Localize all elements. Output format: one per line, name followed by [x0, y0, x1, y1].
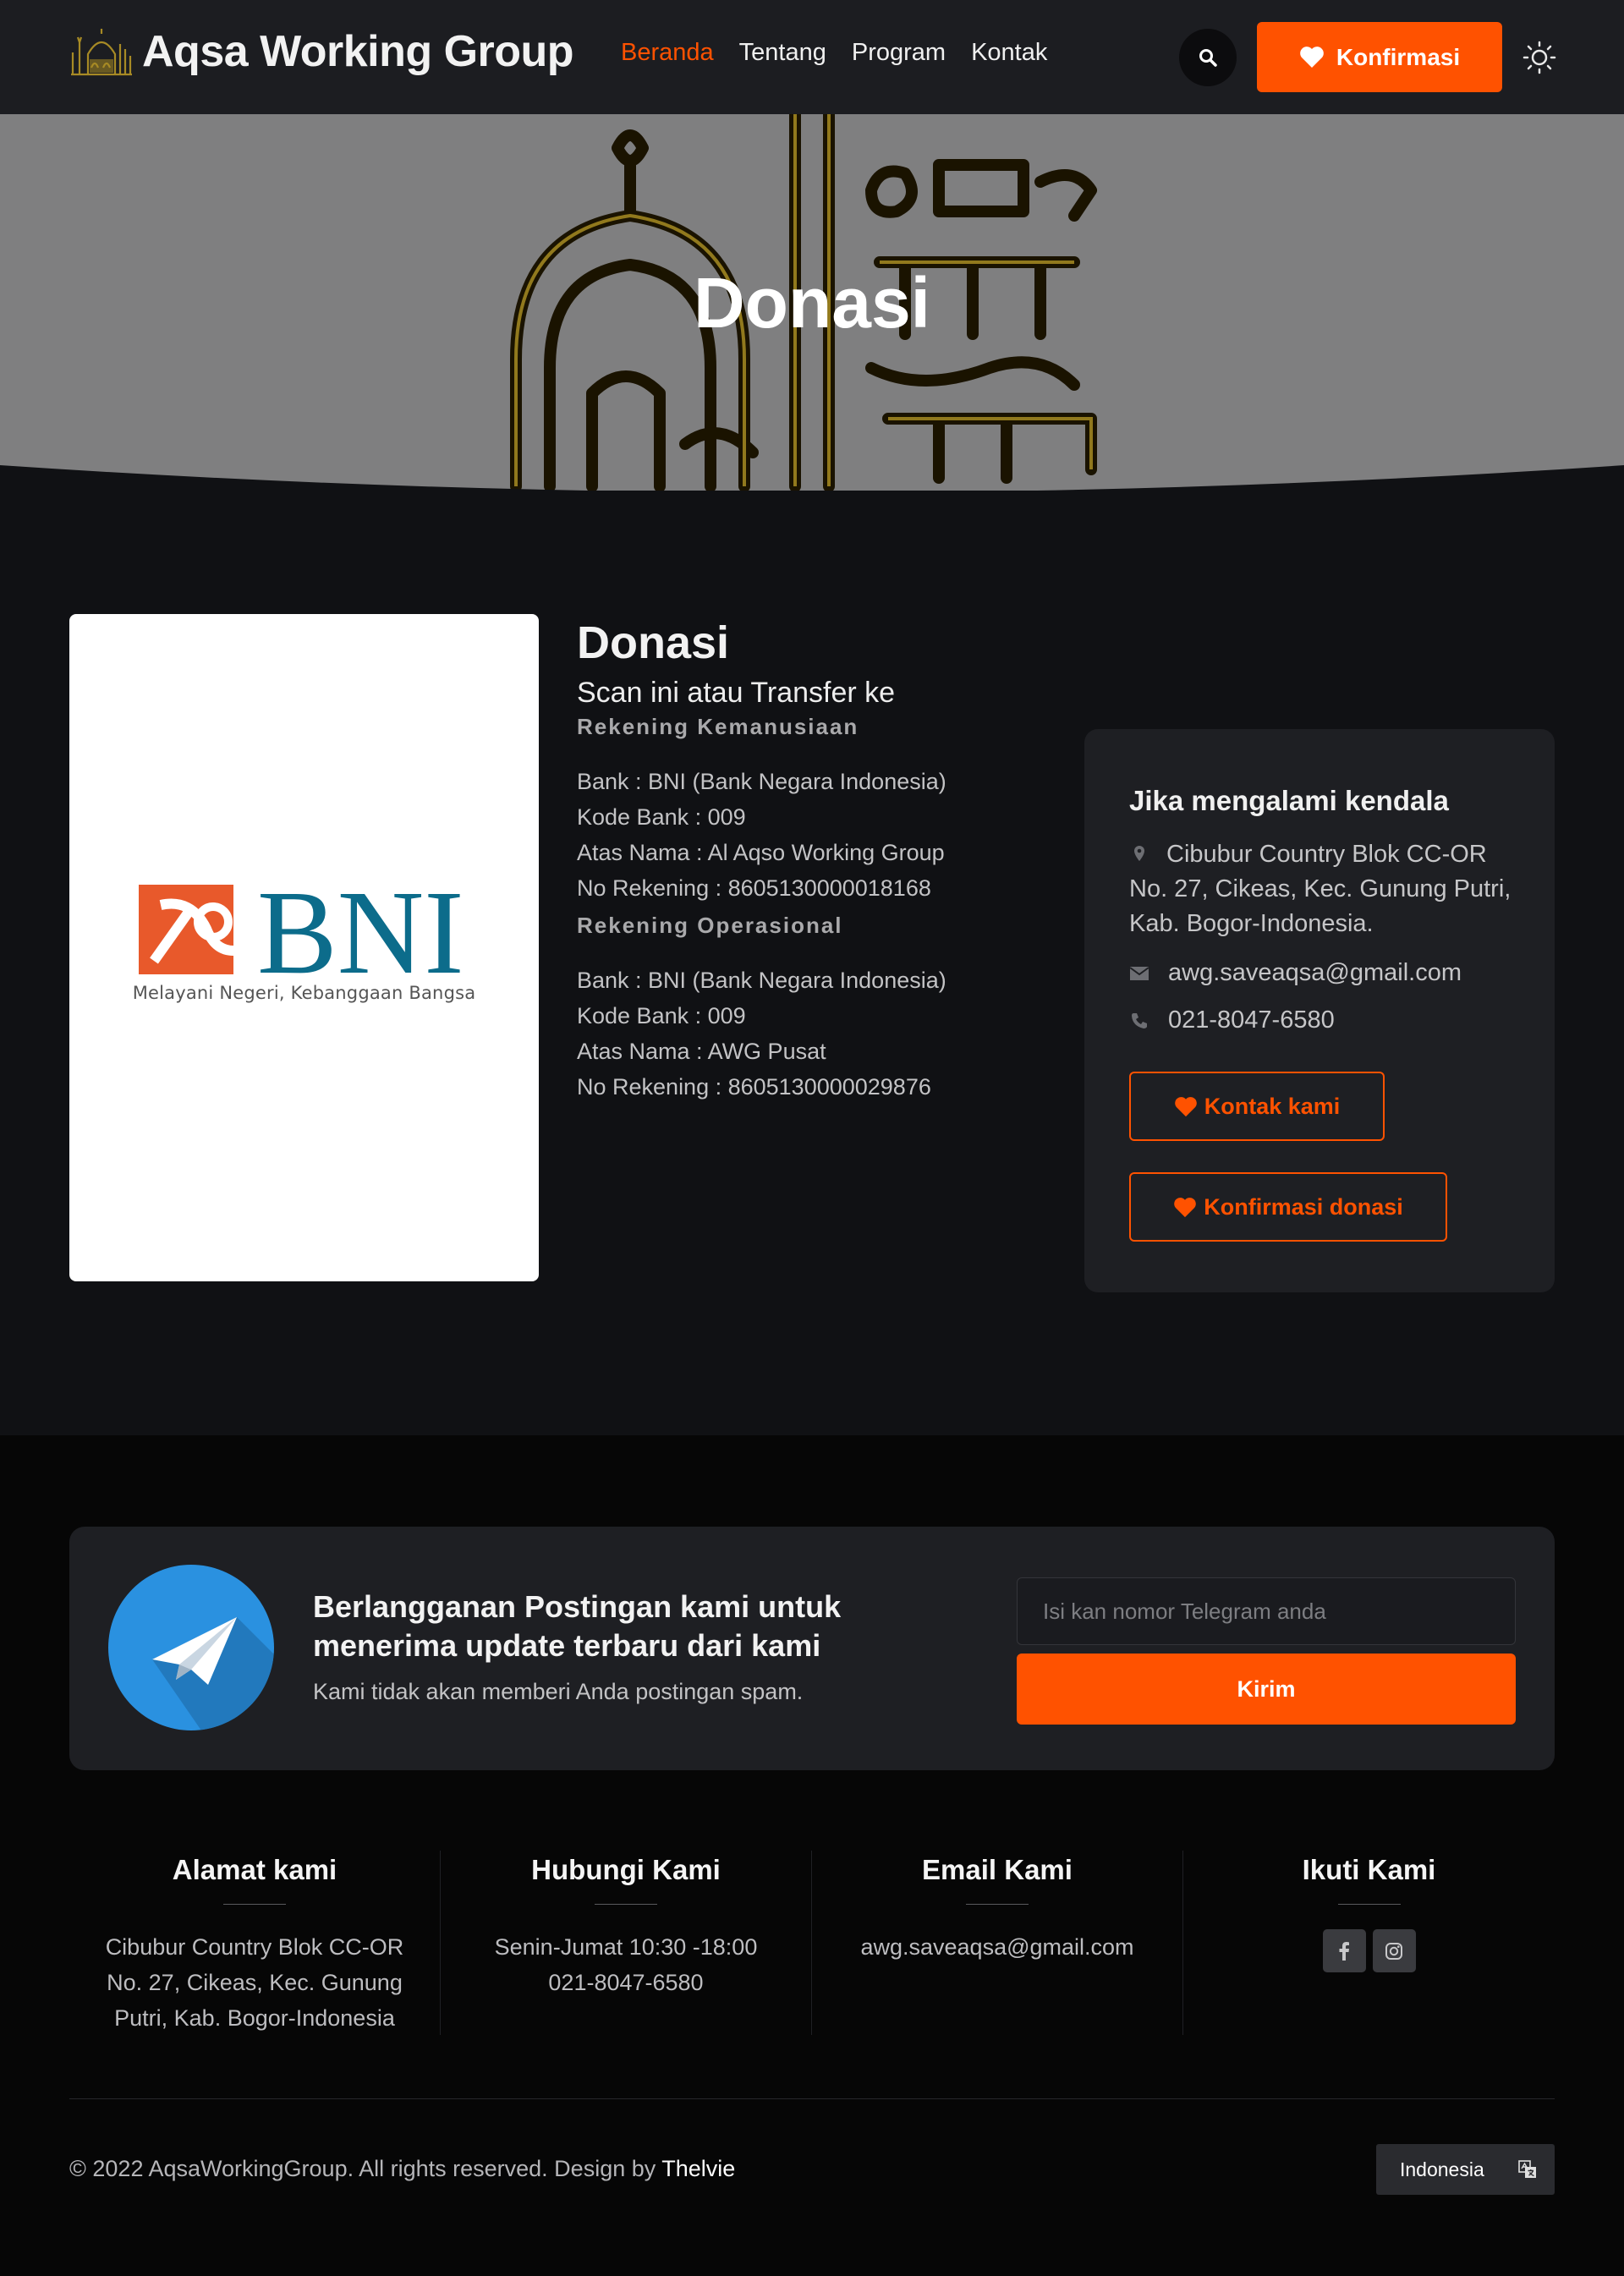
nav-link-kontak[interactable]: Kontak [971, 39, 1047, 67]
brand[interactable]: Aqsa Working Group [69, 25, 574, 78]
brand-name: Aqsa Working Group [142, 27, 574, 76]
footer-text-line: Putri, Kab. Bogor-Indonesia [114, 2005, 395, 2031]
mosque-logo-icon [71, 29, 132, 76]
footer-text-line: No. 27, Cikeas, Kec. Gunung [107, 1970, 403, 1995]
footer: Berlangganan Postingan kami untuk meneri… [0, 1435, 1624, 2276]
instagram-link[interactable] [1372, 1929, 1416, 1972]
divider [595, 1904, 657, 1905]
help-email-text: awg.saveaqsa@gmail.com [1168, 959, 1462, 986]
heart-icon [1174, 1096, 1197, 1116]
account-number: No Rekening : 8605130000018168 [577, 875, 931, 901]
help-title: Jika mengalami kendala [1129, 785, 1449, 816]
instagram-icon [1385, 1942, 1402, 1960]
help-phone-text: 021-8047-6580 [1168, 1006, 1335, 1034]
contact-us-button[interactable]: Kontak kami [1129, 1072, 1385, 1141]
footer-contact: Senin-Jumat 10:30 -18:00 021-8047-6580 [441, 1929, 811, 2000]
hero-banner: Donasi [0, 114, 1624, 491]
designer-link[interactable]: Thelvie [661, 2156, 735, 2181]
send-button[interactable]: Kirim [1017, 1654, 1516, 1725]
footer-text-line: Senin-Jumat 10:30 -18:00 [494, 1934, 758, 1960]
subscribe-note: Kami tidak akan memberi Anda postingan s… [313, 1679, 804, 1704]
account-bank: Bank : BNI (Bank Negara Indonesia) [577, 968, 946, 993]
hero-title: Donasi [693, 263, 931, 343]
footer-email-link[interactable]: awg.saveaqsa@gmail.com [812, 1929, 1182, 1965]
divider [1337, 1904, 1401, 1905]
translate-icon [1518, 2160, 1536, 2178]
footer-column-contact: Hubungi Kami Senin-Jumat 10:30 -18:00 02… [441, 1851, 812, 2035]
phone-icon [1132, 1012, 1147, 1028]
contact-us-label: Kontak kami [1204, 1093, 1341, 1119]
copyright: © 2022 AqsaWorkingGroup. All rights rese… [69, 2156, 735, 2182]
heart-icon [1174, 1197, 1197, 1217]
account-block: Rekening Kemanusiaan Bank : BNI (Bank Ne… [577, 712, 1051, 906]
footer-text-line: Cibubur Country Blok CC-OR [105, 1934, 404, 1960]
footer-text-line: 021-8047-6580 [548, 1970, 704, 1995]
language-select[interactable]: Indonesia [1376, 2144, 1555, 2195]
subscribe-title: Berlangganan Postingan kami untuk meneri… [313, 1589, 842, 1663]
account-bank-code: Kode Bank : 009 [577, 804, 746, 830]
footer-address: Cibubur Country Blok CC-OR No. 27, Cikea… [69, 1929, 440, 2036]
facebook-link[interactable] [1322, 1929, 1366, 1972]
social-links [1183, 1929, 1555, 1972]
footer-column-title: Alamat kami [172, 1854, 337, 1885]
confirm-button-label: Konfirmasi [1336, 43, 1461, 70]
confirm-donation-label: Konfirmasi donasi [1204, 1193, 1403, 1220]
footer-column-title: Email Kami [922, 1854, 1073, 1885]
footer-email: awg.saveaqsa@gmail.com [812, 1929, 1182, 1965]
heart-icon [1300, 47, 1324, 68]
map-pin-icon [1134, 846, 1144, 861]
confirm-button[interactable]: Konfirmasi [1257, 22, 1502, 92]
main-nav: Beranda Tentang Program Kontak [621, 39, 1047, 67]
account-heading: Rekening Operasional [577, 913, 843, 938]
donation-title: Donasi [577, 617, 730, 668]
bni-qr-card: BNI Melayani Negeri, Kebanggaan Bangsa [69, 614, 539, 1281]
language-label: Indonesia [1400, 2158, 1484, 2180]
search-button[interactable] [1179, 29, 1237, 86]
account-heading: Rekening Kemanusiaan [577, 714, 859, 739]
account-bank-code: Kode Bank : 009 [577, 1003, 746, 1028]
confirm-donation-button[interactable]: Konfirmasi donasi [1129, 1172, 1447, 1242]
search-icon [1199, 49, 1217, 67]
copyright-text: © 2022 AqsaWorkingGroup. All rights rese… [69, 2156, 656, 2181]
sun-icon[interactable] [1522, 41, 1556, 74]
donation-info: Donasi Scan ini atau Transfer ke Rekenin… [577, 619, 1051, 1105]
footer-column-title: Hubungi Kami [531, 1854, 721, 1885]
nav-link-tentang[interactable]: Tentang [739, 39, 826, 67]
donation-subtitle: Scan ini atau Transfer ke [577, 677, 896, 709]
account-holder: Atas Nama : Al Aqso Working Group [577, 840, 945, 865]
help-phone[interactable]: 021-8047-6580 [1129, 1006, 1335, 1034]
nav-link-program[interactable]: Program [852, 39, 946, 67]
account-block: Rekening Operasional Bank : BNI (Bank Ne… [577, 911, 1051, 1105]
envelope-icon [1129, 966, 1149, 980]
footer-divider [69, 2098, 1555, 2099]
divider [966, 1904, 1029, 1905]
footer-column-social: Ikuti Kami [1183, 1851, 1555, 2035]
nav-link-beranda[interactable]: Beranda [621, 39, 714, 67]
footer-column-title: Ikuti Kami [1302, 1854, 1436, 1885]
subscribe-box: Berlangganan Postingan kami untuk meneri… [69, 1527, 1555, 1770]
footer-columns: Alamat kami Cibubur Country Blok CC-OR N… [69, 1851, 1555, 2035]
footer-column-email: Email Kami awg.saveaqsa@gmail.com [812, 1851, 1183, 2035]
account-number: No Rekening : 8605130000029876 [577, 1074, 931, 1100]
account-bank: Bank : BNI (Bank Negara Indonesia) [577, 769, 946, 794]
bni-logo: BNI [139, 880, 464, 981]
help-card: Jika mengalami kendala Cibubur Country B… [1084, 729, 1555, 1292]
account-holder: Atas Nama : AWG Pusat [577, 1039, 826, 1064]
navbar: Aqsa Working Group Beranda Tentang Progr… [0, 0, 1624, 114]
telegram-number-input[interactable] [1017, 1577, 1516, 1645]
bni-logo-text: BNI [257, 880, 464, 981]
help-address: Cibubur Country Blok CC-OR No. 27, Cikea… [1129, 837, 1518, 941]
footer-column-address: Alamat kami Cibubur Country Blok CC-OR N… [69, 1851, 441, 2035]
bni-tagline: Melayani Negeri, Kebanggaan Bangsa [132, 983, 476, 1003]
help-address-text: Cibubur Country Blok CC-OR No. 27, Cikea… [1129, 841, 1512, 937]
divider [223, 1904, 286, 1905]
facebook-icon [1339, 1941, 1349, 1961]
telegram-icon [108, 1565, 274, 1730]
help-email[interactable]: awg.saveaqsa@gmail.com [1129, 959, 1462, 987]
